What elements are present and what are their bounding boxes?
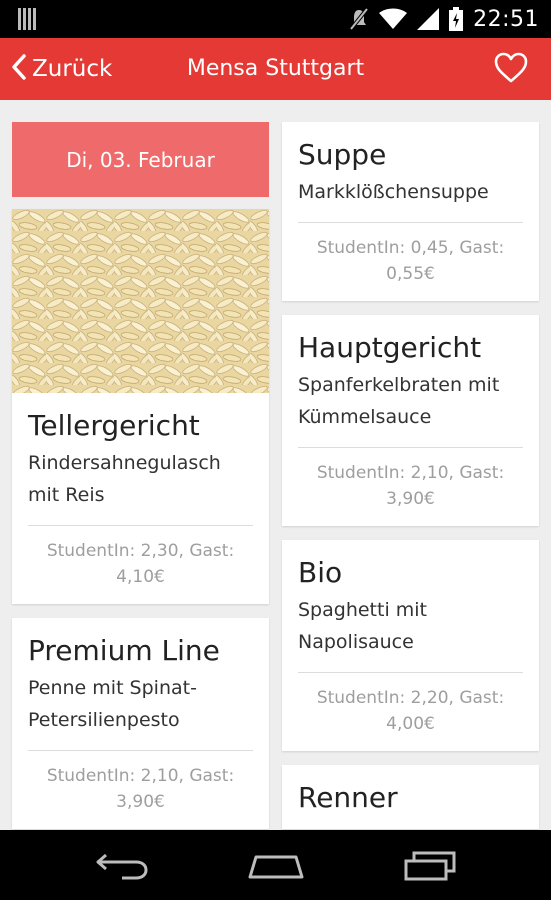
favorite-button[interactable]	[493, 50, 529, 86]
meal-dish: Penne mit Spinat-Petersilienpesto	[28, 677, 197, 731]
home-icon	[246, 855, 306, 887]
meal-category: Bio	[298, 556, 343, 589]
date-banner[interactable]: Di, 03. Februar	[12, 122, 269, 197]
meal-price: StudentIn: 2,20, Gast: 4,00€	[316, 688, 505, 734]
divider	[28, 750, 253, 751]
meal-card-bio[interactable]: Bio Spaghetti mit Napolisauce StudentIn:…	[282, 540, 539, 751]
meal-grid: Di, 03. Februar Tellergericht Rindersahn…	[0, 100, 551, 830]
status-bar: 22:51	[0, 0, 551, 38]
notification-bars-icon	[18, 8, 38, 30]
divider	[298, 222, 523, 223]
mute-icon	[349, 7, 369, 31]
chevron-left-icon	[8, 52, 30, 86]
recent-apps-icon	[400, 851, 460, 887]
status-time: 22:51	[473, 6, 539, 32]
meal-card-suppe[interactable]: Suppe Markklößchensuppe StudentIn: 0,45,…	[282, 122, 539, 301]
meal-category: Tellergericht	[28, 409, 200, 442]
meal-column-right: Suppe Markklößchensuppe StudentIn: 0,45,…	[282, 122, 539, 830]
back-button[interactable]: Zurück	[8, 38, 112, 100]
nav-recent-apps-button[interactable]	[400, 847, 460, 883]
nav-back-button[interactable]	[92, 847, 152, 883]
meal-category: Suppe	[298, 138, 387, 171]
divider	[298, 447, 523, 448]
wifi-icon	[379, 8, 408, 30]
meal-price: StudentIn: 2,30, Gast: 4,10€	[46, 541, 235, 587]
battery-icon	[449, 7, 464, 31]
meal-card-renner[interactable]: Renner	[282, 765, 539, 829]
meal-card-premium-line[interactable]: Premium Line Penne mit Spinat-Petersilie…	[12, 618, 269, 829]
meal-category: Renner	[298, 781, 398, 814]
meal-dish: Markklößchensuppe	[298, 181, 489, 203]
divider	[298, 672, 523, 673]
divider	[28, 525, 253, 526]
meal-column-left: Di, 03. Februar Tellergericht Rindersahn…	[12, 122, 269, 830]
rice-photo	[12, 209, 269, 393]
meal-card-tellergericht[interactable]: Tellergericht Rindersahnegulasch mit Rei…	[12, 209, 269, 604]
meal-price: StudentIn: 2,10, Gast: 3,90€	[46, 766, 235, 812]
meal-price: StudentIn: 2,10, Gast: 3,90€	[316, 463, 505, 509]
meal-dish: Rindersahnegulasch mit Reis	[28, 452, 221, 506]
nav-home-button[interactable]	[246, 847, 306, 883]
meal-dish: Spanferkelbraten mit Kümmelsauce	[298, 374, 500, 428]
meal-category: Hauptgericht	[298, 331, 482, 364]
meal-dish: Spaghetti mit Napolisauce	[298, 599, 428, 653]
signal-icon	[417, 8, 440, 30]
navigation-bar	[0, 830, 551, 900]
meal-category: Premium Line	[28, 634, 220, 667]
app-bar: Zurück Mensa Stuttgart	[0, 38, 551, 100]
heart-icon	[493, 52, 529, 90]
back-label: Zurück	[32, 56, 113, 82]
back-icon	[92, 853, 152, 887]
meal-price: StudentIn: 0,45, Gast: 0,55€	[316, 238, 505, 284]
meal-card-hauptgericht[interactable]: Hauptgericht Spanferkelbraten mit Kümmel…	[282, 315, 539, 526]
